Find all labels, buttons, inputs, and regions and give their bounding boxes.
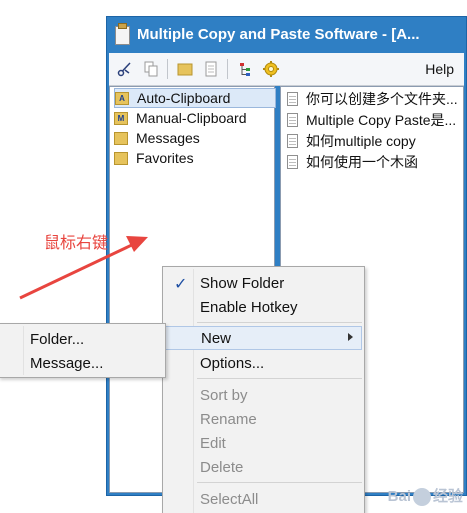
submenu-item-message[interactable]: Message...	[1, 351, 163, 375]
menu-item-label: Delete	[200, 458, 244, 476]
tree-item-favorites[interactable]: Favorites	[114, 148, 194, 168]
menu-item-edit[interactable]: Edit	[165, 431, 362, 455]
list-item[interactable]: 如何multiple copy	[287, 131, 416, 151]
annotation-text: 鼠标右键	[44, 235, 109, 252]
menu-item-label: Sort by	[200, 386, 248, 404]
folder-icon	[114, 131, 128, 145]
document-icon[interactable]	[201, 59, 221, 79]
menu-item-rename[interactable]: Rename	[165, 407, 362, 431]
menu-item-delete[interactable]: Delete	[165, 455, 362, 479]
menu-item-select-all[interactable]: SelectAll	[165, 487, 362, 511]
document-icon	[287, 155, 298, 169]
menu-item-label: Message...	[30, 354, 104, 372]
copy-icon[interactable]	[141, 59, 161, 79]
toolbar: Help	[109, 53, 464, 86]
watermark-text: Bai	[387, 487, 411, 505]
tree-item-label: Auto-Clipboard	[137, 90, 231, 106]
menu-item-label: Show Folder	[200, 274, 285, 292]
tree-item-label: Favorites	[136, 150, 194, 166]
document-icon	[287, 92, 298, 106]
folder-icon	[114, 151, 128, 165]
folder-icon[interactable]	[175, 59, 195, 79]
gear-icon[interactable]	[261, 59, 281, 79]
document-icon	[287, 113, 298, 127]
new-submenu: Folder... Message...	[0, 323, 166, 378]
document-icon	[287, 134, 298, 148]
tree-icon[interactable]	[235, 59, 255, 79]
menu-item-new[interactable]: New	[165, 326, 362, 350]
tree-item-messages[interactable]: Messages	[114, 128, 200, 148]
menu-item-label: Edit	[200, 434, 226, 452]
paw-icon	[412, 488, 431, 506]
menu-item-label: Folder...	[30, 330, 85, 348]
list-item-label: 你可以创建多个文件夹...	[306, 91, 458, 107]
context-menu: ✓ Show Folder Enable Hotkey New Options.…	[162, 266, 365, 513]
scissors-icon[interactable]	[115, 59, 135, 79]
menu-item-label: Options...	[200, 354, 265, 372]
checkmark-icon: ✓	[174, 276, 188, 293]
list-item-label: 如何multiple copy	[306, 133, 416, 149]
list-item[interactable]: Multiple Copy Paste是...	[287, 110, 456, 130]
menu-item-label: Enable Hotkey	[200, 298, 298, 316]
tree-item-auto-clipboard[interactable]: A Auto-Clipboard	[114, 88, 276, 108]
tree-item-label: Manual-Clipboard	[136, 110, 247, 126]
tree-item-label: Messages	[136, 130, 200, 146]
title-bar[interactable]: Multiple Copy and Paste Software - [A...	[107, 17, 466, 53]
watermark-text: 经验	[432, 487, 463, 505]
menu-item-sort-by[interactable]: Sort by	[165, 383, 362, 407]
list-item-label: 如何使用一个木函	[306, 154, 418, 170]
menu-item-options[interactable]: Options...	[165, 351, 362, 375]
menu-item-label: New	[201, 329, 232, 347]
submenu-arrow-icon	[348, 333, 353, 341]
tree-item-manual-clipboard[interactable]: M Manual-Clipboard	[114, 108, 247, 128]
manual-clipboard-folder-icon: M	[114, 111, 128, 125]
list-item[interactable]: 如何使用一个木函	[287, 152, 418, 172]
window-title: Multiple Copy and Paste Software - [A...	[137, 26, 420, 43]
clipboard-app-icon	[115, 23, 130, 45]
submenu-item-folder[interactable]: Folder...	[1, 327, 163, 351]
menu-item-enable-hotkey[interactable]: Enable Hotkey	[165, 295, 362, 319]
auto-clipboard-folder-icon: A	[115, 91, 129, 105]
menu-item-label: Rename	[200, 410, 257, 428]
menu-item-show-folder[interactable]: ✓ Show Folder	[165, 271, 362, 295]
list-item-label: Multiple Copy Paste是...	[306, 112, 457, 128]
help-menu[interactable]: Help	[425, 61, 454, 77]
list-item[interactable]: 你可以创建多个文件夹...	[287, 89, 458, 109]
baidu-watermark: Bai 经验	[388, 485, 463, 506]
menu-item-label: SelectAll	[200, 490, 259, 508]
